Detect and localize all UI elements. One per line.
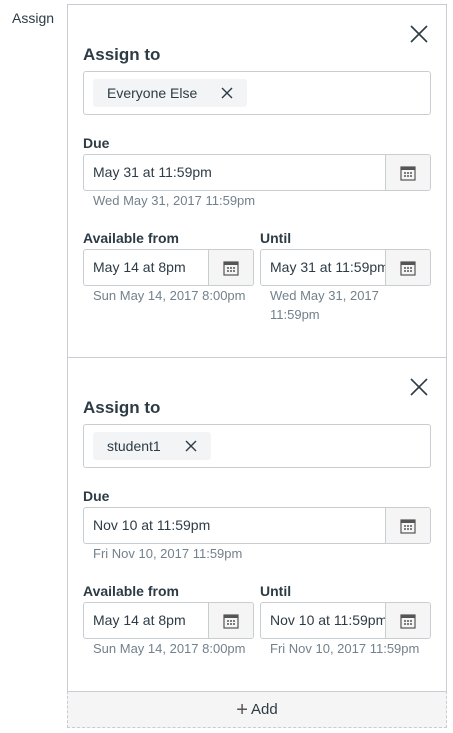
until-calendar-button[interactable]	[385, 603, 430, 638]
available-from-label: Available from	[83, 583, 179, 599]
plus-icon: +	[236, 698, 248, 721]
add-label: Add	[250, 701, 278, 718]
close-card-button[interactable]	[408, 376, 430, 398]
close-icon	[410, 25, 428, 43]
calendar-icon	[400, 260, 416, 276]
due-date-hint: Fri Nov 10, 2017 11:59pm	[93, 546, 243, 561]
available-from-label: Available from	[83, 230, 179, 246]
until-input[interactable]: May 31 at 11:59pm	[261, 250, 385, 285]
until-label: Until	[260, 230, 292, 246]
remove-token-button[interactable]	[185, 440, 197, 452]
available-from-hint: Sun May 14, 2017 8:00pm	[93, 288, 246, 303]
assignment-card-2: Assign to student1 Due Nov 10 at 11:59pm	[68, 358, 446, 692]
until-hint: Wed May 31, 2017 11:59pm	[270, 286, 379, 324]
assign-to-input[interactable]: Everyone Else	[83, 71, 431, 115]
until-field[interactable]: May 31 at 11:59pm	[260, 249, 431, 286]
assign-label: Assign	[12, 10, 55, 26]
close-icon	[410, 378, 428, 396]
until-hint-line-2: 11:59pm	[270, 307, 320, 322]
assignment-card-1: Assign to Everyone Else Due May 31 at 11…	[68, 5, 446, 357]
due-calendar-button[interactable]	[385, 155, 430, 190]
close-icon	[221, 87, 233, 99]
due-calendar-button[interactable]	[385, 508, 430, 543]
due-label: Due	[83, 135, 110, 151]
token-label: student1	[107, 438, 161, 454]
available-from-field[interactable]: May 14 at 8pm	[83, 602, 254, 639]
available-from-field[interactable]: May 14 at 8pm	[83, 249, 254, 286]
calendar-icon	[223, 613, 239, 629]
token-label: Everyone Else	[107, 85, 198, 101]
add-assignment-button[interactable]: + Add	[67, 691, 447, 728]
due-date-hint: Wed May 31, 2017 11:59pm	[93, 193, 256, 208]
assign-panel: Assign to Everyone Else Due May 31 at 11…	[67, 4, 447, 692]
calendar-icon	[400, 165, 416, 181]
calendar-icon	[400, 613, 416, 629]
available-from-calendar-button[interactable]	[208, 603, 253, 638]
due-date-input[interactable]: Nov 10 at 11:59pm	[84, 508, 385, 543]
available-from-input[interactable]: May 14 at 8pm	[84, 250, 208, 285]
assign-to-label: Assign to	[83, 45, 161, 64]
due-label: Due	[83, 488, 110, 504]
until-label: Until	[260, 583, 292, 599]
due-date-field[interactable]: May 31 at 11:59pm	[83, 154, 431, 191]
close-icon	[185, 440, 197, 452]
due-date-input[interactable]: May 31 at 11:59pm	[84, 155, 385, 190]
available-from-hint: Sun May 14, 2017 8:00pm	[93, 641, 246, 656]
calendar-icon	[400, 518, 416, 534]
remove-token-button[interactable]	[221, 87, 233, 99]
available-from-calendar-button[interactable]	[208, 250, 253, 285]
calendar-icon	[223, 260, 239, 276]
until-field[interactable]: Nov 10 at 11:59pm	[260, 602, 431, 639]
assignee-token: Everyone Else	[93, 79, 248, 107]
close-card-button[interactable]	[408, 23, 430, 45]
until-hint-line-1: Wed May 31, 2017	[270, 288, 379, 303]
assign-to-input[interactable]: student1	[83, 424, 431, 468]
until-hint: Fri Nov 10, 2017 11:59pm	[270, 641, 420, 656]
assignee-token: student1	[93, 432, 211, 460]
until-calendar-button[interactable]	[385, 250, 430, 285]
due-date-field[interactable]: Nov 10 at 11:59pm	[83, 507, 431, 544]
assign-to-label: Assign to	[83, 398, 161, 417]
until-input[interactable]: Nov 10 at 11:59pm	[261, 603, 385, 638]
available-from-input[interactable]: May 14 at 8pm	[84, 603, 208, 638]
